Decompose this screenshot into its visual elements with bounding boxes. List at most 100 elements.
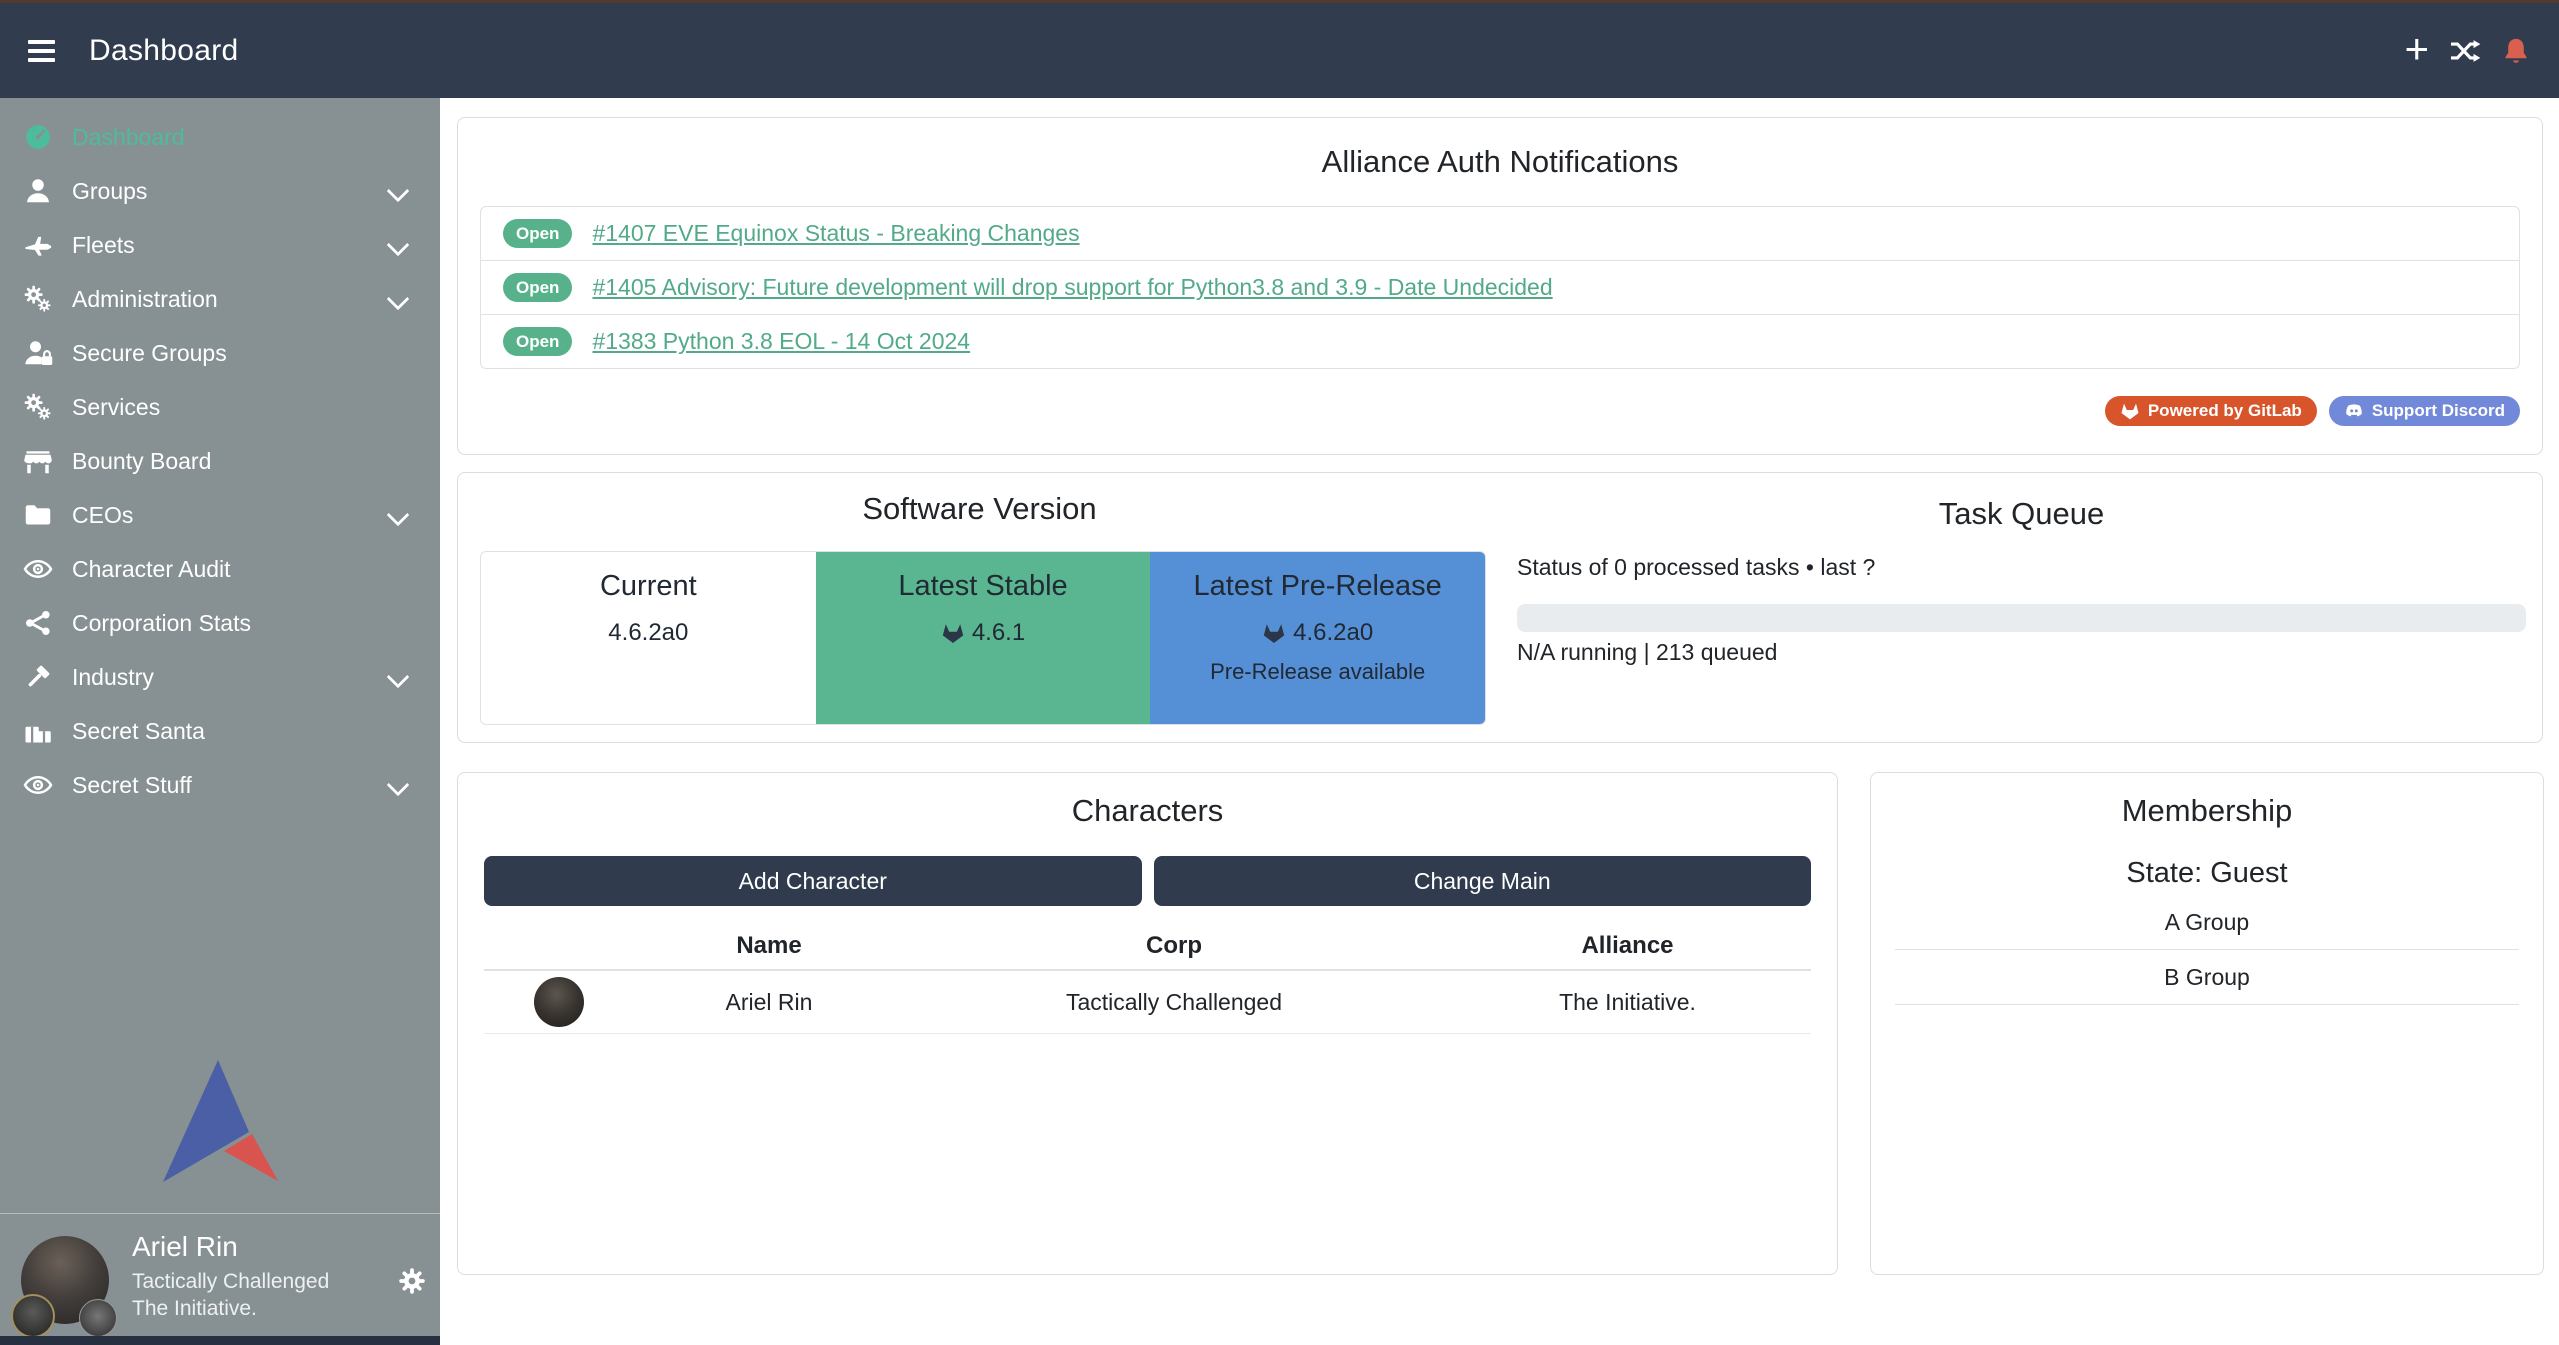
sidebar-item-industry[interactable]: Industry xyxy=(0,650,440,704)
status-badge: Open xyxy=(503,327,572,356)
gitlab-icon xyxy=(941,621,965,645)
chevron-down-icon xyxy=(387,774,410,797)
list-item: B Group xyxy=(1895,950,2519,1005)
fighter-jet-icon xyxy=(20,230,56,260)
task-queue-status: Status of 0 processed tasks • last ? xyxy=(1517,554,1875,581)
shuffle-character-icon[interactable] xyxy=(2449,35,2481,67)
table-header-row: Name Corp Alliance xyxy=(484,923,1811,971)
sidebar-item-secret-santa[interactable]: Secret Santa xyxy=(0,704,440,758)
sidebar-menu: Dashboard Groups Fleets Administration S… xyxy=(0,98,440,812)
change-main-button[interactable]: Change Main xyxy=(1154,856,1812,906)
eye-icon xyxy=(20,770,56,800)
eye-icon xyxy=(20,554,56,584)
task-queue-counts: N/A running | 213 queued xyxy=(1517,639,1777,666)
membership-groups: A Group B Group xyxy=(1895,895,2519,1005)
share-nodes-icon xyxy=(20,608,56,638)
alliance-auth-logo xyxy=(163,1060,278,1183)
sidebar-item-secret-stuff[interactable]: Secret Stuff xyxy=(0,758,440,812)
column-header-alliance: Alliance xyxy=(1444,932,1811,960)
version-prerelease-box: Latest Pre-Release 4.6.2a0 Pre-Release a… xyxy=(1150,552,1485,724)
user-settings-gear-icon[interactable] xyxy=(397,1266,427,1296)
version-value: 4.6.2a0 xyxy=(608,619,688,647)
sidebar-item-services[interactable]: Services xyxy=(0,380,440,434)
version-stable-box: Latest Stable 4.6.1 xyxy=(816,552,1151,724)
list-item: Open #1383 Python 3.8 EOL - 14 Oct 2024 xyxy=(481,314,2519,368)
sidebar-item-character-audit[interactable]: Character Audit xyxy=(0,542,440,596)
task-queue-progress xyxy=(1517,604,2526,632)
version-heading: Current xyxy=(481,570,816,603)
list-item: A Group xyxy=(1895,895,2519,950)
notification-link[interactable]: #1383 Python 3.8 EOL - 14 Oct 2024 xyxy=(592,328,970,355)
notifications-panel: Alliance Auth Notifications Open #1407 E… xyxy=(457,117,2543,455)
store-icon xyxy=(20,446,56,476)
membership-state: State: Guest xyxy=(1871,857,2543,890)
column-header-name: Name xyxy=(634,932,904,960)
sidebar-item-groups[interactable]: Groups xyxy=(0,164,440,218)
notification-link[interactable]: #1405 Advisory: Future development will … xyxy=(592,274,1552,301)
user-alliance: The Initiative. xyxy=(132,1297,257,1321)
add-character-icon[interactable]: + xyxy=(2404,28,2429,70)
character-portrait xyxy=(534,977,584,1027)
hamburger-menu-icon[interactable] xyxy=(28,35,55,67)
sidebar-item-ceos[interactable]: CEOs xyxy=(0,488,440,542)
chevron-down-icon xyxy=(387,234,410,257)
tachometer-icon xyxy=(20,122,56,152)
sidebar-item-fleets[interactable]: Fleets xyxy=(0,218,440,272)
status-badge: Open xyxy=(503,273,572,302)
user-corporation: Tactically Challenged xyxy=(132,1270,329,1294)
user-lock-icon xyxy=(20,338,56,368)
chevron-down-icon xyxy=(387,666,410,689)
page: Dashboard + Dashboard Groups Fleets xyxy=(0,0,2559,1345)
sidebar-item-administration[interactable]: Administration xyxy=(0,272,440,326)
add-character-button[interactable]: Add Character xyxy=(484,856,1142,906)
membership-panel: Membership State: Guest A Group B Group xyxy=(1870,772,2544,1275)
support-discord-badge[interactable]: Support Discord xyxy=(2329,396,2520,426)
notifications-title: Alliance Auth Notifications xyxy=(458,118,2542,180)
sidebar-item-dashboard[interactable]: Dashboard xyxy=(0,110,440,164)
bell-notifications-icon[interactable] xyxy=(2501,36,2531,66)
hammer-icon xyxy=(20,662,56,692)
characters-table: Name Corp Alliance Ariel Rin Tactically … xyxy=(484,923,1811,1034)
cogs-icon xyxy=(20,392,56,422)
status-badge: Open xyxy=(503,219,572,248)
prerelease-note: Pre-Release available xyxy=(1150,659,1485,685)
notifications-list: Open #1407 EVE Equinox Status - Breaking… xyxy=(480,206,2520,369)
page-title: Dashboard xyxy=(89,34,238,68)
version-value: 4.6.2a0 xyxy=(1293,619,1373,647)
list-item: Open #1405 Advisory: Future development … xyxy=(481,260,2519,314)
characters-panel: Characters Add Character Change Main Nam… xyxy=(457,772,1838,1275)
user-name: Ariel Rin xyxy=(132,1231,238,1263)
character-alliance: The Initiative. xyxy=(1444,989,1811,1016)
notification-link[interactable]: #1407 EVE Equinox Status - Breaking Chan… xyxy=(592,220,1079,247)
table-row: Ariel Rin Tactically Challenged The Init… xyxy=(484,971,1811,1034)
software-version-title: Software Version xyxy=(458,473,1501,527)
chevron-down-icon xyxy=(387,504,410,527)
character-corp: Tactically Challenged xyxy=(904,989,1444,1016)
version-current-box: Current 4.6.2a0 xyxy=(481,552,816,724)
task-queue-title: Task Queue xyxy=(1517,473,2526,532)
membership-title: Membership xyxy=(1871,773,2543,829)
folder-icon xyxy=(20,500,56,530)
chevron-down-icon xyxy=(387,288,410,311)
version-value: 4.6.1 xyxy=(972,619,1025,647)
discord-icon xyxy=(2344,401,2364,421)
notifications-footer-badges: Powered by GitLab Support Discord xyxy=(2105,396,2520,426)
corp-logo-badge xyxy=(11,1294,55,1338)
alliance-logo-badge xyxy=(79,1299,117,1337)
sidebar-divider xyxy=(0,1213,440,1214)
gitlab-icon xyxy=(1262,621,1286,645)
task-queue-section: Task Queue Status of 0 processed tasks •… xyxy=(1517,473,2526,742)
characters-buttons: Add Character Change Main xyxy=(484,856,1811,906)
powered-by-gitlab-badge[interactable]: Powered by GitLab xyxy=(2105,396,2317,426)
user-icon xyxy=(20,176,56,206)
navbar: Dashboard + xyxy=(0,3,2559,98)
sidebar-item-corporation-stats[interactable]: Corporation Stats xyxy=(0,596,440,650)
sidebar-item-secure-groups[interactable]: Secure Groups xyxy=(0,326,440,380)
sidebar-bottom-strip xyxy=(0,1336,440,1345)
column-header-corp: Corp xyxy=(904,932,1444,960)
version-heading: Latest Pre-Release xyxy=(1150,570,1485,603)
cogs-icon xyxy=(20,284,56,314)
sidebar: Dashboard Groups Fleets Administration S… xyxy=(0,98,440,1345)
gitlab-icon xyxy=(2120,401,2140,421)
sidebar-item-bounty-board[interactable]: Bounty Board xyxy=(0,434,440,488)
